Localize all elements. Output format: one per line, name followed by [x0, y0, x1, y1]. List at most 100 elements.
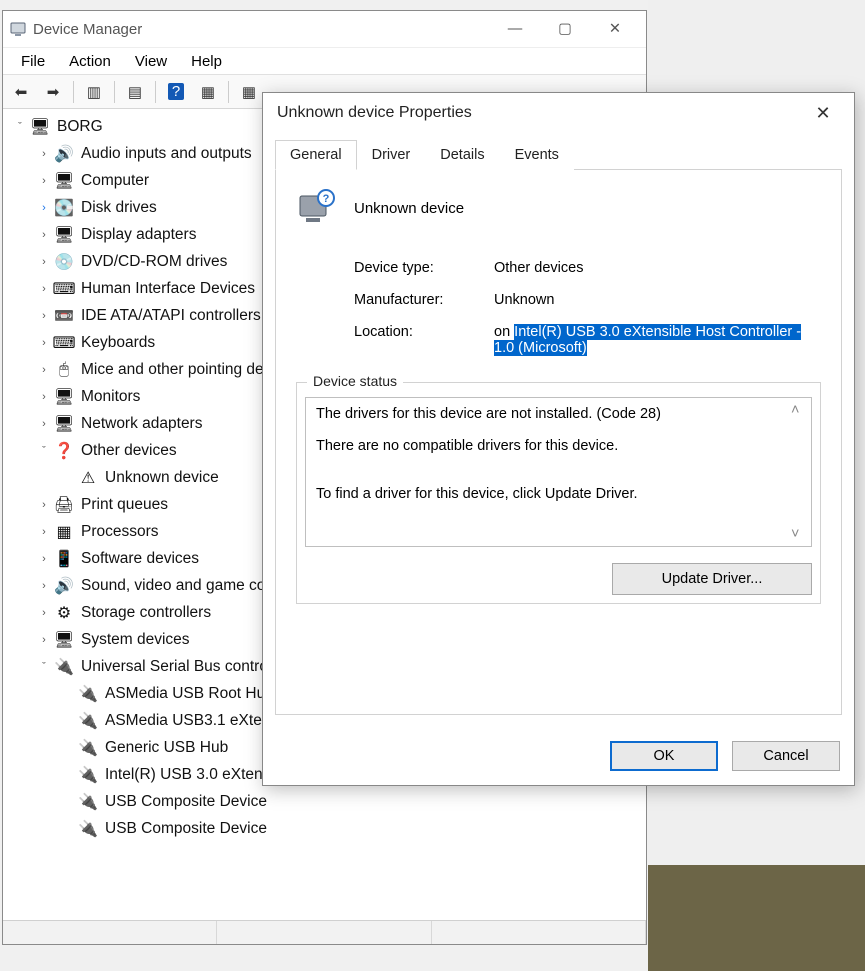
maximize-button[interactable]: ▢: [540, 14, 590, 44]
expand-spacer: [61, 768, 75, 782]
expand-icon[interactable]: ›: [37, 174, 51, 188]
tree-item[interactable]: 🔌USB Composite Device: [57, 815, 642, 842]
status-line: [316, 470, 783, 486]
scroll-up-icon[interactable]: ˄: [791, 402, 809, 418]
expand-icon[interactable]: ›: [37, 147, 51, 161]
category-icon: ⌨: [53, 279, 75, 299]
scrollbar[interactable]: ˄ ˅: [791, 402, 809, 542]
device-status-group: Device status The drivers for this devic…: [296, 382, 821, 604]
expand-icon[interactable]: ›: [37, 633, 51, 647]
category-icon: 💽: [53, 198, 75, 218]
value-manufacturer: Unknown: [494, 292, 821, 308]
device-label: USB Composite Device: [105, 820, 267, 838]
category-label: Processors: [81, 523, 159, 541]
category-icon: 🖥: [53, 630, 75, 650]
properties-button[interactable]: ▤: [121, 79, 149, 105]
category-label: Audio inputs and outputs: [81, 145, 252, 163]
category-icon: 🔊: [53, 576, 75, 596]
scan-icon: ▦: [201, 83, 215, 101]
menu-action[interactable]: Action: [57, 51, 123, 72]
expand-icon[interactable]: ›: [37, 201, 51, 215]
tab-driver[interactable]: Driver: [357, 140, 426, 170]
computer-icon: 🖥: [29, 117, 51, 137]
device-status-legend: Device status: [307, 373, 403, 389]
expand-icon[interactable]: ›: [37, 606, 51, 620]
expand-icon[interactable]: ˇ: [13, 120, 27, 134]
show-hide-tree-button[interactable]: ▥: [80, 79, 108, 105]
category-icon: ❓: [53, 441, 75, 461]
expand-icon[interactable]: ˇ: [37, 660, 51, 674]
update-driver-button[interactable]: Update Driver...: [612, 563, 812, 595]
expand-icon[interactable]: ›: [37, 363, 51, 377]
location-highlight[interactable]: Intel(R) USB 3.0 eXtensible Host Control…: [494, 324, 801, 356]
status-line: The drivers for this device are not inst…: [316, 406, 783, 422]
minimize-button[interactable]: —: [490, 14, 540, 44]
category-icon: ⚙: [53, 603, 75, 623]
category-label: Other devices: [81, 442, 177, 460]
expand-icon[interactable]: ›: [37, 282, 51, 296]
panel-icon: ▥: [87, 83, 101, 101]
expand-spacer: [61, 471, 75, 485]
expand-icon[interactable]: ›: [37, 579, 51, 593]
category-label: Human Interface Devices: [81, 280, 255, 298]
scroll-down-icon[interactable]: ˅: [791, 526, 809, 542]
app-icon: [9, 20, 27, 38]
expand-icon[interactable]: ›: [37, 390, 51, 404]
label-device-type: Device type:: [354, 260, 494, 276]
dialog-titlebar[interactable]: Unknown device Properties ✕: [263, 93, 854, 133]
status-line: To find a driver for this device, click …: [316, 486, 783, 502]
category-label: DVD/CD-ROM drives: [81, 253, 227, 271]
dialog-close-button[interactable]: ✕: [806, 96, 840, 130]
expand-icon[interactable]: ›: [37, 525, 51, 539]
expand-icon[interactable]: ›: [37, 417, 51, 431]
tab-events[interactable]: Events: [500, 140, 574, 170]
expand-icon[interactable]: ›: [37, 498, 51, 512]
menu-help[interactable]: Help: [179, 51, 234, 72]
status-bar: [3, 920, 646, 944]
help-button[interactable]: ?: [162, 79, 190, 105]
expand-icon[interactable]: ›: [37, 255, 51, 269]
expand-icon[interactable]: ˇ: [37, 444, 51, 458]
category-label: Monitors: [81, 388, 140, 406]
tabs: General Driver Details Events: [275, 139, 842, 170]
ok-button[interactable]: OK: [610, 741, 718, 771]
menu-view[interactable]: View: [123, 51, 179, 72]
category-label: Computer: [81, 172, 149, 190]
category-icon: 🖨: [53, 495, 75, 515]
category-icon: 📱: [53, 549, 75, 569]
tab-details[interactable]: Details: [425, 140, 499, 170]
device-icon: ?: [296, 188, 336, 228]
device-name: Unknown device: [354, 200, 464, 217]
category-icon: 🖥: [53, 414, 75, 434]
device-icon: 🔌: [77, 684, 99, 704]
toolbar-separator: [155, 81, 156, 103]
label-location: Location:: [354, 324, 494, 340]
titlebar[interactable]: Device Manager — ▢ ✕: [3, 11, 646, 47]
expand-spacer: [61, 822, 75, 836]
value-location: on Intel(R) USB 3.0 eXtensible Host Cont…: [494, 324, 821, 356]
category-icon: 📼: [53, 306, 75, 326]
status-line: There are no compatible drivers for this…: [316, 438, 783, 454]
menu-file[interactable]: File: [9, 51, 57, 72]
tree-item[interactable]: 🔌USB Composite Device: [57, 788, 642, 815]
category-label: Keyboards: [81, 334, 155, 352]
dialog-buttons: OK Cancel: [263, 727, 854, 785]
expand-icon[interactable]: ›: [37, 552, 51, 566]
expand-icon[interactable]: ›: [37, 336, 51, 350]
cancel-button[interactable]: Cancel: [732, 741, 840, 771]
expand-icon[interactable]: ›: [37, 228, 51, 242]
menubar: File Action View Help: [3, 47, 646, 75]
forward-button[interactable]: ➡: [39, 79, 67, 105]
category-icon: 🖥: [53, 225, 75, 245]
tab-general[interactable]: General: [275, 140, 357, 170]
back-button[interactable]: ⬅: [7, 79, 35, 105]
help-icon: ?: [168, 83, 184, 100]
category-label: Storage controllers: [81, 604, 211, 622]
expand-icon[interactable]: ›: [37, 309, 51, 323]
close-icon: ✕: [815, 103, 830, 124]
device-status-text[interactable]: The drivers for this device are not inst…: [305, 397, 812, 547]
scan-hardware-button[interactable]: ▦: [194, 79, 222, 105]
action-button[interactable]: ▦: [235, 79, 263, 105]
close-button[interactable]: ✕: [590, 14, 640, 44]
value-device-type: Other devices: [494, 260, 821, 276]
